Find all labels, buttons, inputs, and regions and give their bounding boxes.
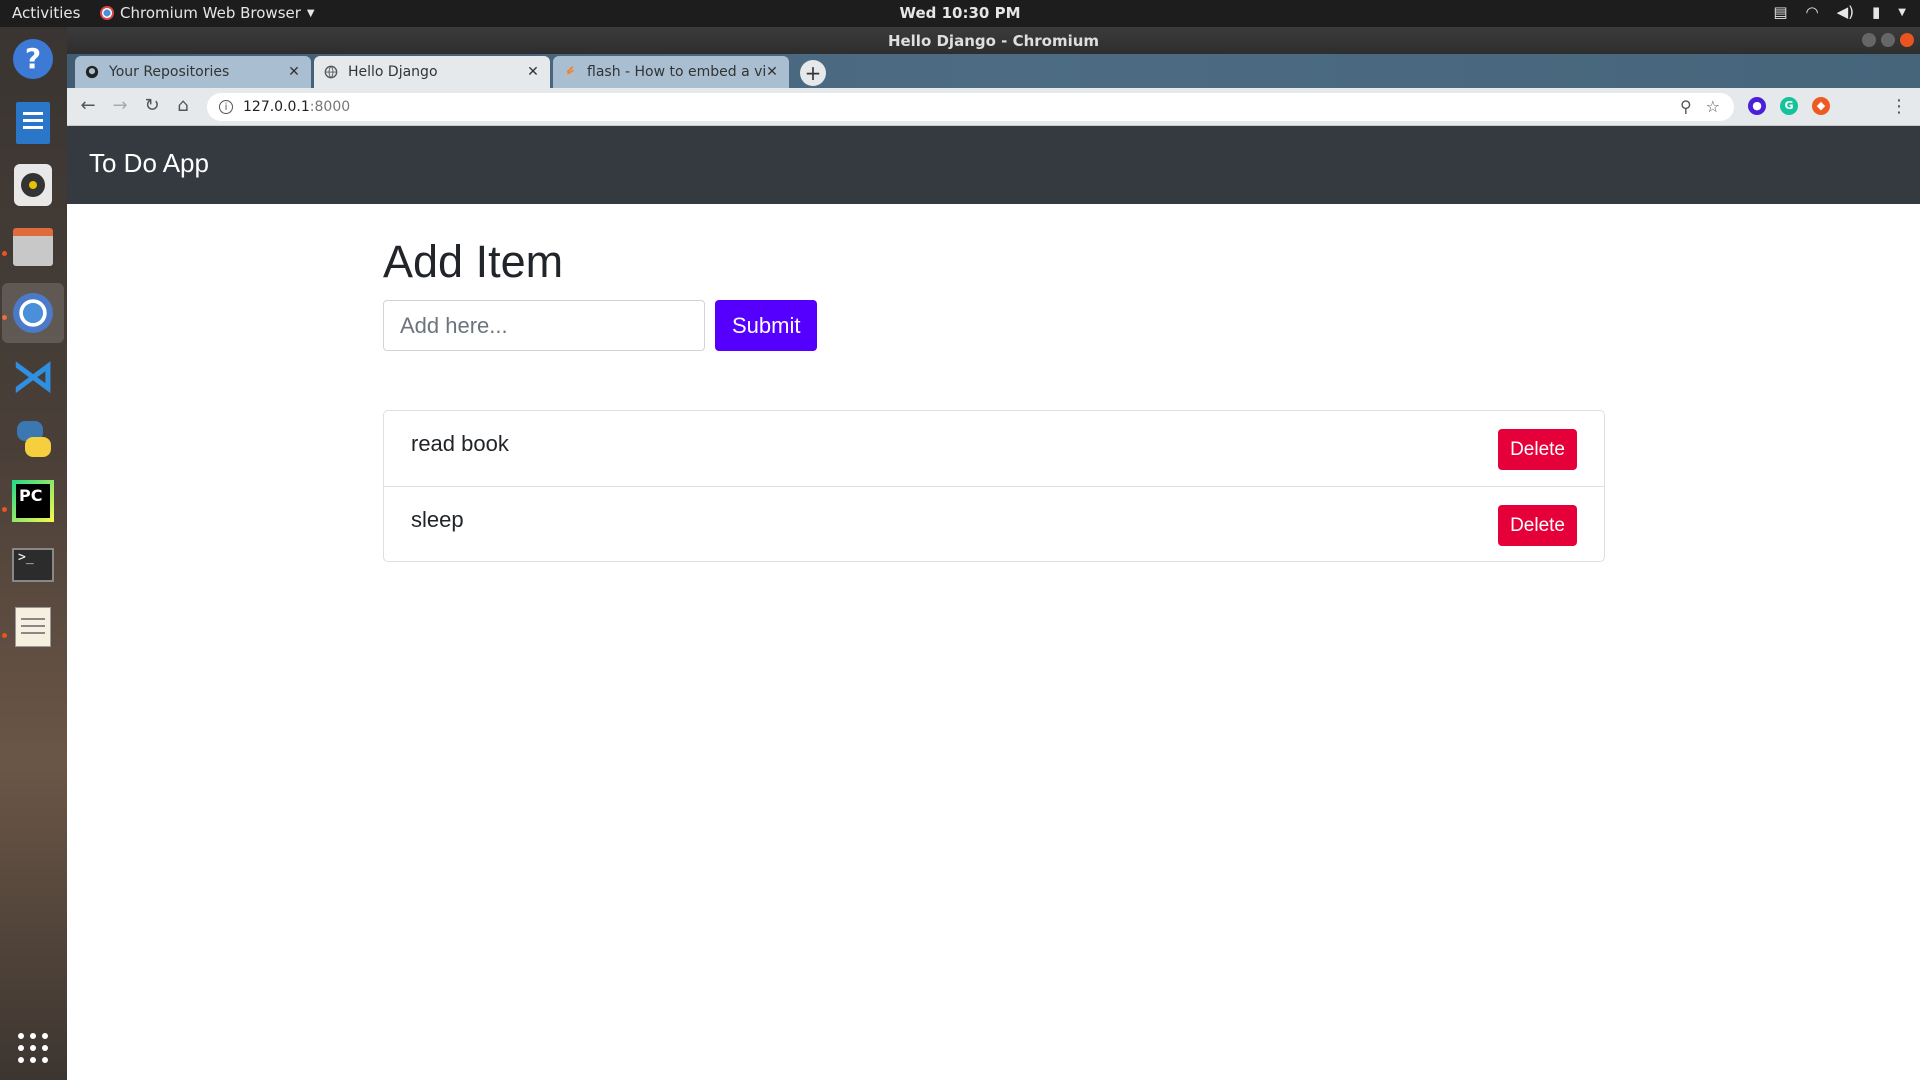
minimize-button[interactable] bbox=[1862, 33, 1876, 47]
close-tab-icon[interactable]: ✕ bbox=[526, 64, 540, 80]
chromium-dock-icon[interactable] bbox=[2, 283, 64, 343]
item-text: read book bbox=[411, 431, 509, 456]
window-titlebar[interactable]: Hello Django - Chromium bbox=[67, 27, 1920, 54]
stackoverflow-icon bbox=[565, 66, 575, 78]
text-editor-icon[interactable] bbox=[9, 603, 57, 651]
tab-label: Hello Django bbox=[348, 64, 438, 80]
reload-icon[interactable]: ↻ bbox=[141, 95, 163, 117]
navbar-brand[interactable]: To Do App bbox=[89, 148, 209, 179]
activities-button[interactable]: Activities bbox=[12, 4, 80, 22]
running-indicator bbox=[2, 251, 7, 256]
system-top-bar: Activities Chromium Web Browser ▼ Wed 10… bbox=[0, 0, 1920, 27]
window-title: Hello Django - Chromium bbox=[887, 32, 1100, 50]
navbar: To Do App bbox=[67, 126, 1920, 204]
show-apps-icon[interactable] bbox=[9, 1024, 57, 1072]
writer-icon[interactable] bbox=[9, 99, 57, 147]
home-icon[interactable]: ⌂ bbox=[172, 95, 194, 117]
main-content: Add Item Submit read book Delete sleep D… bbox=[383, 236, 1605, 562]
app-menu-label: Chromium Web Browser bbox=[120, 4, 301, 22]
forward-icon[interactable]: → bbox=[109, 95, 131, 117]
tab-flash-embed[interactable]: flash - How to embed a vid ✕ bbox=[553, 56, 789, 88]
vscode-icon[interactable]: ⋊ bbox=[9, 353, 57, 401]
extension-icon[interactable]: ● bbox=[1748, 97, 1766, 115]
tab-label: flash - How to embed a vid bbox=[587, 64, 765, 80]
close-tab-icon[interactable]: ✕ bbox=[287, 64, 301, 80]
globe-icon bbox=[324, 65, 338, 79]
python-icon[interactable] bbox=[9, 415, 57, 463]
url-port: :8000 bbox=[309, 99, 351, 115]
files-icon[interactable] bbox=[9, 223, 57, 271]
delete-button[interactable]: Delete bbox=[1498, 429, 1577, 470]
maximize-button[interactable] bbox=[1881, 33, 1895, 47]
running-indicator bbox=[2, 633, 7, 638]
close-tab-icon[interactable]: ✕ bbox=[765, 64, 779, 80]
back-icon[interactable]: ← bbox=[77, 95, 99, 117]
terminal-icon[interactable]: >_ bbox=[9, 541, 57, 589]
todo-list: read book Delete sleep Delete bbox=[383, 410, 1605, 562]
new-tab-button[interactable]: + bbox=[800, 60, 826, 86]
page-title: Add Item bbox=[383, 236, 564, 287]
help-icon[interactable]: ? bbox=[9, 35, 57, 83]
submit-button[interactable]: Submit bbox=[715, 300, 818, 351]
battery-icon[interactable]: ▮ bbox=[1872, 3, 1880, 21]
system-tray[interactable]: ▤ ◠ ◀) ▮ ▼ bbox=[1773, 3, 1906, 21]
add-item-form: Submit bbox=[383, 300, 818, 351]
tab-label: Your Repositories bbox=[109, 64, 230, 80]
close-button[interactable] bbox=[1900, 33, 1914, 47]
bookmark-star-icon[interactable]: ☆ bbox=[1706, 97, 1720, 116]
address-bar[interactable]: i 127.0.0.1:8000 ⚲ ☆ bbox=[207, 93, 1734, 121]
running-indicator bbox=[2, 507, 7, 512]
tab-your-repositories[interactable]: Your Repositories ✕ bbox=[75, 56, 311, 88]
web-page: To Do App Add Item Submit read book Dele… bbox=[67, 126, 1920, 1080]
tab-strip: Your Repositories ✕ Hello Django ✕ flash… bbox=[67, 54, 1920, 88]
notes-icon[interactable]: ▤ bbox=[1773, 3, 1787, 21]
volume-icon[interactable]: ◀) bbox=[1837, 3, 1854, 21]
chromium-icon bbox=[100, 6, 114, 20]
chevron-down-icon: ▼ bbox=[306, 7, 315, 19]
info-icon[interactable]: i bbox=[219, 100, 233, 114]
chevron-down-icon[interactable]: ▼ bbox=[1898, 7, 1906, 18]
item-text: sleep bbox=[411, 507, 464, 532]
dock: ? ⋊ PC >_ bbox=[0, 27, 67, 1080]
github-icon bbox=[85, 65, 99, 79]
app-menu[interactable]: Chromium Web Browser ▼ bbox=[100, 4, 315, 22]
menu-kebab-icon[interactable]: ⋮ bbox=[1888, 96, 1910, 118]
tab-hello-django[interactable]: Hello Django ✕ bbox=[314, 56, 550, 88]
duckduckgo-icon[interactable]: ◆ bbox=[1812, 97, 1830, 115]
url-host: 127.0.0.1 bbox=[243, 99, 310, 115]
add-item-input[interactable] bbox=[383, 300, 705, 351]
list-item: read book Delete bbox=[384, 411, 1604, 487]
rhythmbox-icon[interactable] bbox=[9, 161, 57, 209]
list-item: sleep Delete bbox=[384, 487, 1604, 561]
pycharm-icon[interactable]: PC bbox=[9, 477, 57, 525]
delete-button[interactable]: Delete bbox=[1498, 505, 1577, 546]
wifi-icon[interactable]: ◠ bbox=[1806, 3, 1819, 21]
grammarly-icon[interactable]: G bbox=[1780, 97, 1798, 115]
zoom-icon[interactable]: ⚲ bbox=[1680, 97, 1692, 116]
browser-toolbar: ← → ↻ ⌂ i 127.0.0.1:8000 ⚲ ☆ ● G ◆ ● ⋮ bbox=[67, 88, 1920, 126]
